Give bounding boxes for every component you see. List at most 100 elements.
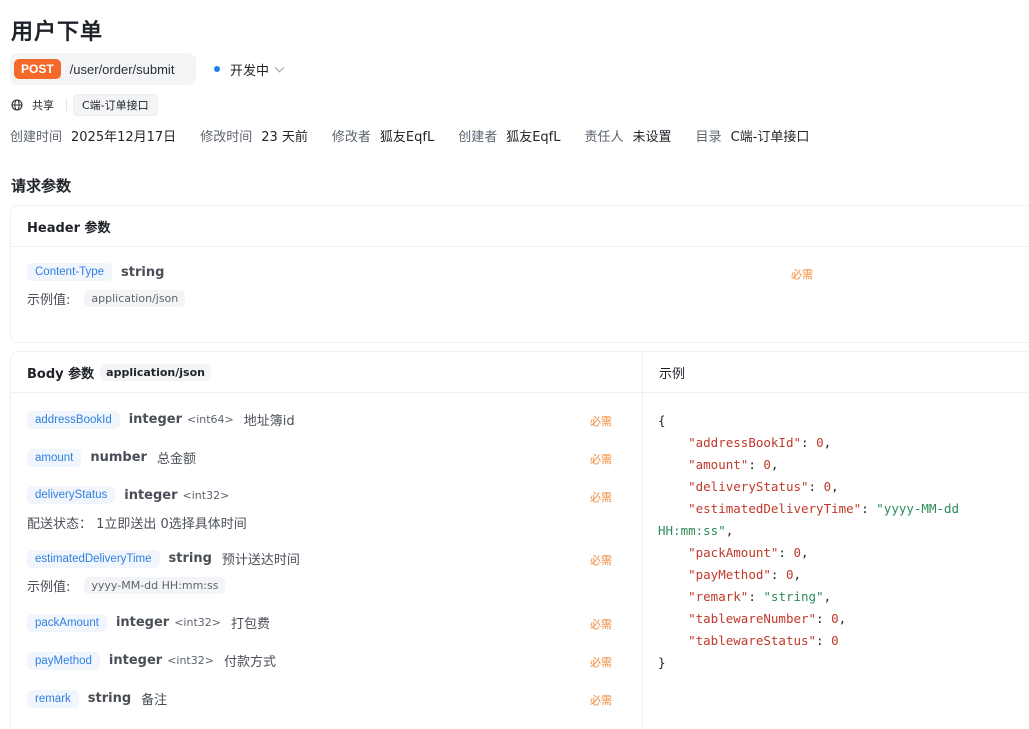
meta-label: 创建者 [458,129,498,145]
body-params-head: Body 参数 application/json 示例 [11,352,1029,393]
meta-label: 创建时间 [10,129,63,145]
endpoint-bar[interactable]: POST /user/order/submit [10,53,196,85]
body-param-row: deliveryStatus integer <int32> [27,486,229,504]
status-dropdown[interactable]: 开发中 [214,59,285,79]
json-value: 0 [831,633,839,648]
meta-label: 修改时间 [200,129,253,145]
request-params-title: 请求参数 [11,177,72,195]
param-name[interactable]: Content-Type [27,263,113,281]
example-value: yyyy-MM-dd HH:mm:ss [84,577,226,594]
required-badge: 必需 [590,453,612,466]
param-example: 示例值: yyyy-MM-dd HH:mm:ss [27,576,226,595]
api-doc-page: 用户下单 POST /user/order/submit 开发中 共享 C端-订… [0,0,1029,729]
json-value: 0 [816,435,824,450]
required-badge: 必需 [590,554,612,567]
method-badge: POST [14,59,61,79]
meta-value[interactable]: 未设置 [633,126,672,145]
meta-owner: 责任人 未设置 [585,126,672,145]
panel-divider [642,352,643,729]
meta-label: 目录 [695,129,722,145]
required-badge: 必需 [590,618,612,631]
param-format: <int32> [174,616,221,629]
meta-creator: 创建者 狐友EqfL [458,126,560,145]
meta-value[interactable]: C端-订单接口 [731,126,810,145]
required-badge: 必需 [590,656,612,669]
example-label: 示例值: [27,580,71,595]
body-param-row: packAmount integer <int32> 打包费 [27,613,270,632]
example-title: 示例 [659,366,686,382]
param-type: string [87,691,132,706]
body-param-row: payMethod integer <int32> 付款方式 [27,651,276,670]
meta-value[interactable]: 狐友EqfL [506,126,560,145]
param-type: string [168,551,212,566]
meta-label: 修改者 [331,129,371,145]
param-type: integer [115,615,170,630]
param-type: integer [124,487,178,503]
param-desc: 地址簿id [243,414,295,429]
meta-label: 责任人 [584,129,624,145]
param-type: number [90,450,147,465]
page-title: 用户下单 [11,20,104,45]
json-value: 0 [831,611,839,626]
category-tag[interactable]: C端-订单接口 [73,94,158,116]
param-name[interactable]: deliveryStatus [27,486,116,504]
json-key: "remark" [688,589,749,604]
json-key: "estimatedDeliveryTime" [688,501,862,516]
globe-icon [11,99,23,111]
body-param-row: estimatedDeliveryTime string 预计送达时间 [27,549,300,568]
json-example: { "addressBookId": 0, "amount": 0, "deli… [658,413,960,670]
endpoint-path[interactable]: /user/order/submit [70,62,175,77]
body-params-title: Body 参数 [27,366,95,382]
param-desc: 付款方式 [223,655,276,670]
status-label: 开发中 [230,63,270,79]
body-param-row: addressBookId integer <int64> 地址簿id [27,410,295,429]
param-name[interactable]: amount [27,448,82,467]
meta-modified-time: 修改时间 23 天前 [200,126,308,145]
header-param-row: Content-Type string [27,263,164,281]
required-badge: 必需 [590,694,612,707]
param-desc: 打包费 [231,617,271,632]
param-desc: 预计送达时间 [221,553,300,568]
param-type: string [121,264,165,280]
example-value: application/json [84,290,186,307]
share-label[interactable]: 共享 [32,97,54,113]
param-note: 配送状态： 1立即送出 0选择具体时间 [27,517,247,532]
divider [66,98,67,112]
meta-created-time: 创建时间 2025年12月17日 [10,126,176,145]
param-name[interactable]: estimatedDeliveryTime [27,549,160,568]
meta-folder: 目录 C端-订单接口 [696,126,810,145]
meta-row: 创建时间 2025年12月17日 修改时间 23 天前 修改者 狐友EqfL 创… [10,125,833,145]
param-name[interactable]: addressBookId [27,410,120,429]
header-param-example: 示例值: application/json [27,289,186,308]
status-dot-icon [214,66,220,72]
meta-value: 23 天前 [261,129,308,145]
param-name[interactable]: packAmount [27,613,107,632]
json-key: "tablewareNumber" [688,611,817,626]
content-type-tag: application/json [100,363,211,381]
example-label: 示例值: [27,293,71,308]
param-format: <int64> [187,413,234,426]
json-key: "addressBookId" [688,435,801,450]
json-value: "string" [763,589,824,604]
required-badge: 必需 [791,268,813,281]
chevron-down-icon [274,62,285,72]
param-desc: 备注 [141,693,168,708]
json-key: "payMethod" [688,567,771,582]
meta-value: 2025年12月17日 [71,129,177,145]
json-value: 0 [763,457,771,472]
json-key: "tablewareStatus" [688,633,817,648]
param-name[interactable]: payMethod [27,651,100,670]
json-key: "packAmount" [688,545,779,560]
param-format: <int32> [167,654,214,667]
body-param-row: amount number 总金额 [27,448,196,467]
header-params-title: Header 参数 [11,206,1029,247]
meta-value[interactable]: 狐友EqfL [380,126,434,145]
share-row: 共享 C端-订单接口 [11,94,158,116]
meta-modifier: 修改者 狐友EqfL [332,126,434,145]
param-format: <int32> [182,488,230,502]
body-param-row: remark string 备注 [27,689,167,708]
param-name[interactable]: remark [27,689,79,708]
param-type: integer [108,653,163,668]
json-key: "amount" [688,457,749,472]
json-key: "deliveryStatus" [688,479,809,494]
